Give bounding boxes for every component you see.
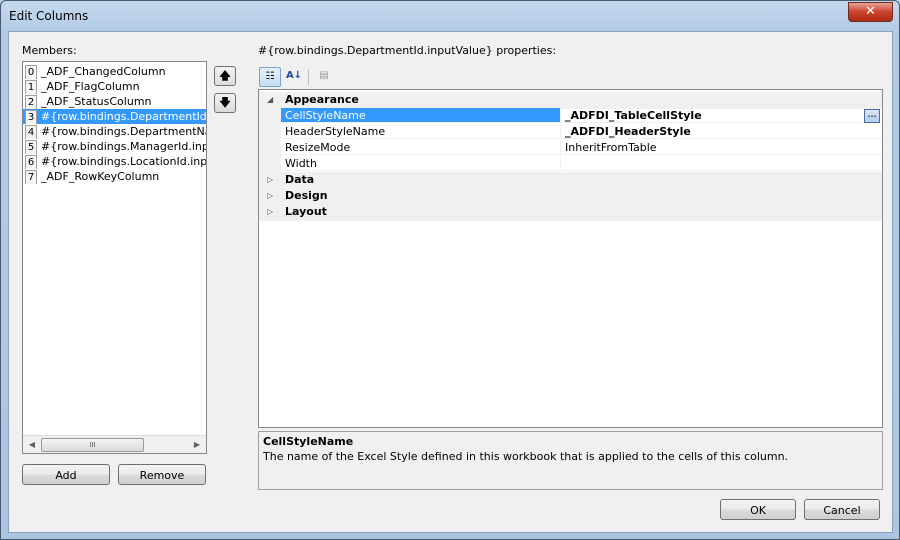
- category-label: Appearance: [285, 93, 359, 106]
- description-panel: CellStyleName The name of the Excel Styl…: [258, 431, 883, 490]
- grid-gutter: [259, 124, 281, 140]
- category-label: Design: [285, 189, 328, 202]
- property-value[interactable]: _ADFDI_TableCellStyle ...: [561, 108, 882, 123]
- dialog-title: Edit Columns: [9, 9, 89, 23]
- list-item-label: _ADF_RowKeyColumn: [41, 170, 160, 183]
- grid-gutter: [259, 156, 281, 172]
- grid-gutter: [259, 140, 281, 156]
- dialog-client-area: Members: 0 _ADF_ChangedColumn 1 _ADF_FlagC…: [8, 31, 893, 533]
- property-name: Width: [281, 156, 561, 171]
- property-row-resizemode[interactable]: ResizeMode InheritFromTable: [259, 140, 882, 156]
- list-item[interactable]: 4 #{row.bindings.DepartmentName.inputValu…: [23, 124, 206, 139]
- ellipsis-button[interactable]: ...: [864, 109, 880, 123]
- remove-button[interactable]: Remove: [118, 464, 206, 485]
- scroll-right-icon[interactable]: ▶: [190, 438, 204, 451]
- ok-button[interactable]: OK: [720, 499, 796, 520]
- property-value-text: _ADFDI_TableCellStyle: [565, 109, 702, 122]
- close-button[interactable]: ✕: [848, 2, 893, 22]
- alphabetical-view-button[interactable]: A↓: [283, 67, 305, 87]
- expand-triangle-icon[interactable]: ▷: [267, 188, 277, 204]
- scroll-left-icon[interactable]: ◀: [25, 438, 39, 451]
- list-item-label: _ADF_FlagColumn: [41, 80, 140, 93]
- category-label: Layout: [285, 205, 327, 218]
- scroll-thumb[interactable]: III: [41, 438, 144, 452]
- toolbar-separator: [308, 69, 309, 85]
- list-item-label: #{row.bindings.ManagerId.inputValue}: [41, 140, 206, 153]
- list-item[interactable]: 7 _ADF_RowKeyColumn: [23, 169, 206, 184]
- category-design[interactable]: ▷ Design: [259, 188, 882, 205]
- title-bar[interactable]: Edit Columns ✕: [1, 1, 899, 31]
- property-row-cellstylename[interactable]: CellStyleName _ADFDI_TableCellStyle ...: [259, 108, 882, 124]
- properties-header: #{row.bindings.DepartmentId.inputValue} …: [258, 44, 557, 57]
- property-name: HeaderStyleName: [281, 124, 561, 139]
- move-up-button[interactable]: 🡅: [214, 66, 236, 86]
- categorized-view-button[interactable]: ☷: [259, 67, 281, 87]
- expand-triangle-icon[interactable]: ▷: [267, 172, 277, 188]
- list-item-selected[interactable]: 3 #{row.bindings.DepartmentId.inputValue}: [23, 109, 206, 124]
- property-pages-button[interactable]: ▤: [313, 67, 335, 87]
- property-value[interactable]: [561, 156, 882, 171]
- list-item-label: #{row.bindings.LocationId.inputValue}: [41, 155, 206, 168]
- description-text: The name of the Excel Style defined in t…: [263, 450, 789, 463]
- list-item-index: 6: [25, 155, 37, 169]
- category-label: Data: [285, 173, 315, 186]
- list-item-index: 2: [25, 95, 37, 109]
- list-item-label: _ADF_ChangedColumn: [41, 65, 166, 78]
- property-pages-icon: ▤: [319, 70, 329, 81]
- description-title: CellStyleName: [263, 435, 354, 448]
- move-down-button[interactable]: 🡇: [214, 93, 236, 113]
- list-item[interactable]: 1 _ADF_FlagColumn: [23, 79, 206, 94]
- add-button[interactable]: Add: [22, 464, 110, 485]
- members-label: Members:: [22, 44, 77, 57]
- list-item[interactable]: 5 #{row.bindings.ManagerId.inputValue}: [23, 139, 206, 154]
- categorized-icon: ☷: [265, 71, 275, 82]
- list-item[interactable]: 6 #{row.bindings.LocationId.inputValue}: [23, 154, 206, 169]
- members-listbox[interactable]: 0 _ADF_ChangedColumn 1 _ADF_FlagColumn 2 _A…: [22, 61, 207, 454]
- cancel-button[interactable]: Cancel: [804, 499, 880, 520]
- category-layout[interactable]: ▷ Layout: [259, 204, 882, 221]
- property-name: ResizeMode: [281, 140, 561, 155]
- list-item-index: 4: [25, 125, 37, 139]
- property-value[interactable]: InheritFromTable: [561, 140, 882, 155]
- list-item-index: 3: [25, 110, 37, 124]
- category-appearance[interactable]: ◢ Appearance: [259, 92, 882, 109]
- arrow-down-icon: 🡇: [219, 96, 231, 109]
- list-item-index: 0: [25, 65, 37, 79]
- list-item[interactable]: 2 _ADF_StatusColumn: [23, 94, 206, 109]
- grid-gutter: [259, 108, 281, 124]
- property-value[interactable]: _ADFDI_HeaderStyle: [561, 124, 882, 139]
- property-row-headerstylename[interactable]: HeaderStyleName _ADFDI_HeaderStyle: [259, 124, 882, 140]
- list-item-index: 5: [25, 140, 37, 154]
- list-item-label: #{row.bindings.DepartmentId.inputValue}: [41, 110, 206, 123]
- property-name: CellStyleName: [281, 108, 561, 123]
- edit-columns-dialog: Edit Columns ✕ Members: 0 _ADF_ChangedCol…: [0, 0, 900, 540]
- expand-triangle-icon[interactable]: ▷: [267, 204, 277, 220]
- arrow-up-icon: 🡅: [219, 69, 231, 82]
- list-item-index: 1: [25, 80, 37, 94]
- alphabetical-icon: A↓: [285, 70, 303, 81]
- category-data[interactable]: ▷ Data: [259, 172, 882, 189]
- collapse-triangle-icon[interactable]: ◢: [267, 92, 277, 108]
- list-item-index: 7: [25, 170, 37, 184]
- list-item-label: _ADF_StatusColumn: [41, 95, 152, 108]
- property-row-width[interactable]: Width: [259, 156, 882, 172]
- property-grid[interactable]: ◢ Appearance CellStyleName _ADFDI_TableC…: [258, 89, 883, 428]
- horizontal-scrollbar[interactable]: ◀ III ▶: [23, 435, 206, 453]
- list-item[interactable]: 0 _ADF_ChangedColumn: [23, 64, 206, 79]
- list-item-label: #{row.bindings.DepartmentName.inputValue…: [41, 125, 206, 138]
